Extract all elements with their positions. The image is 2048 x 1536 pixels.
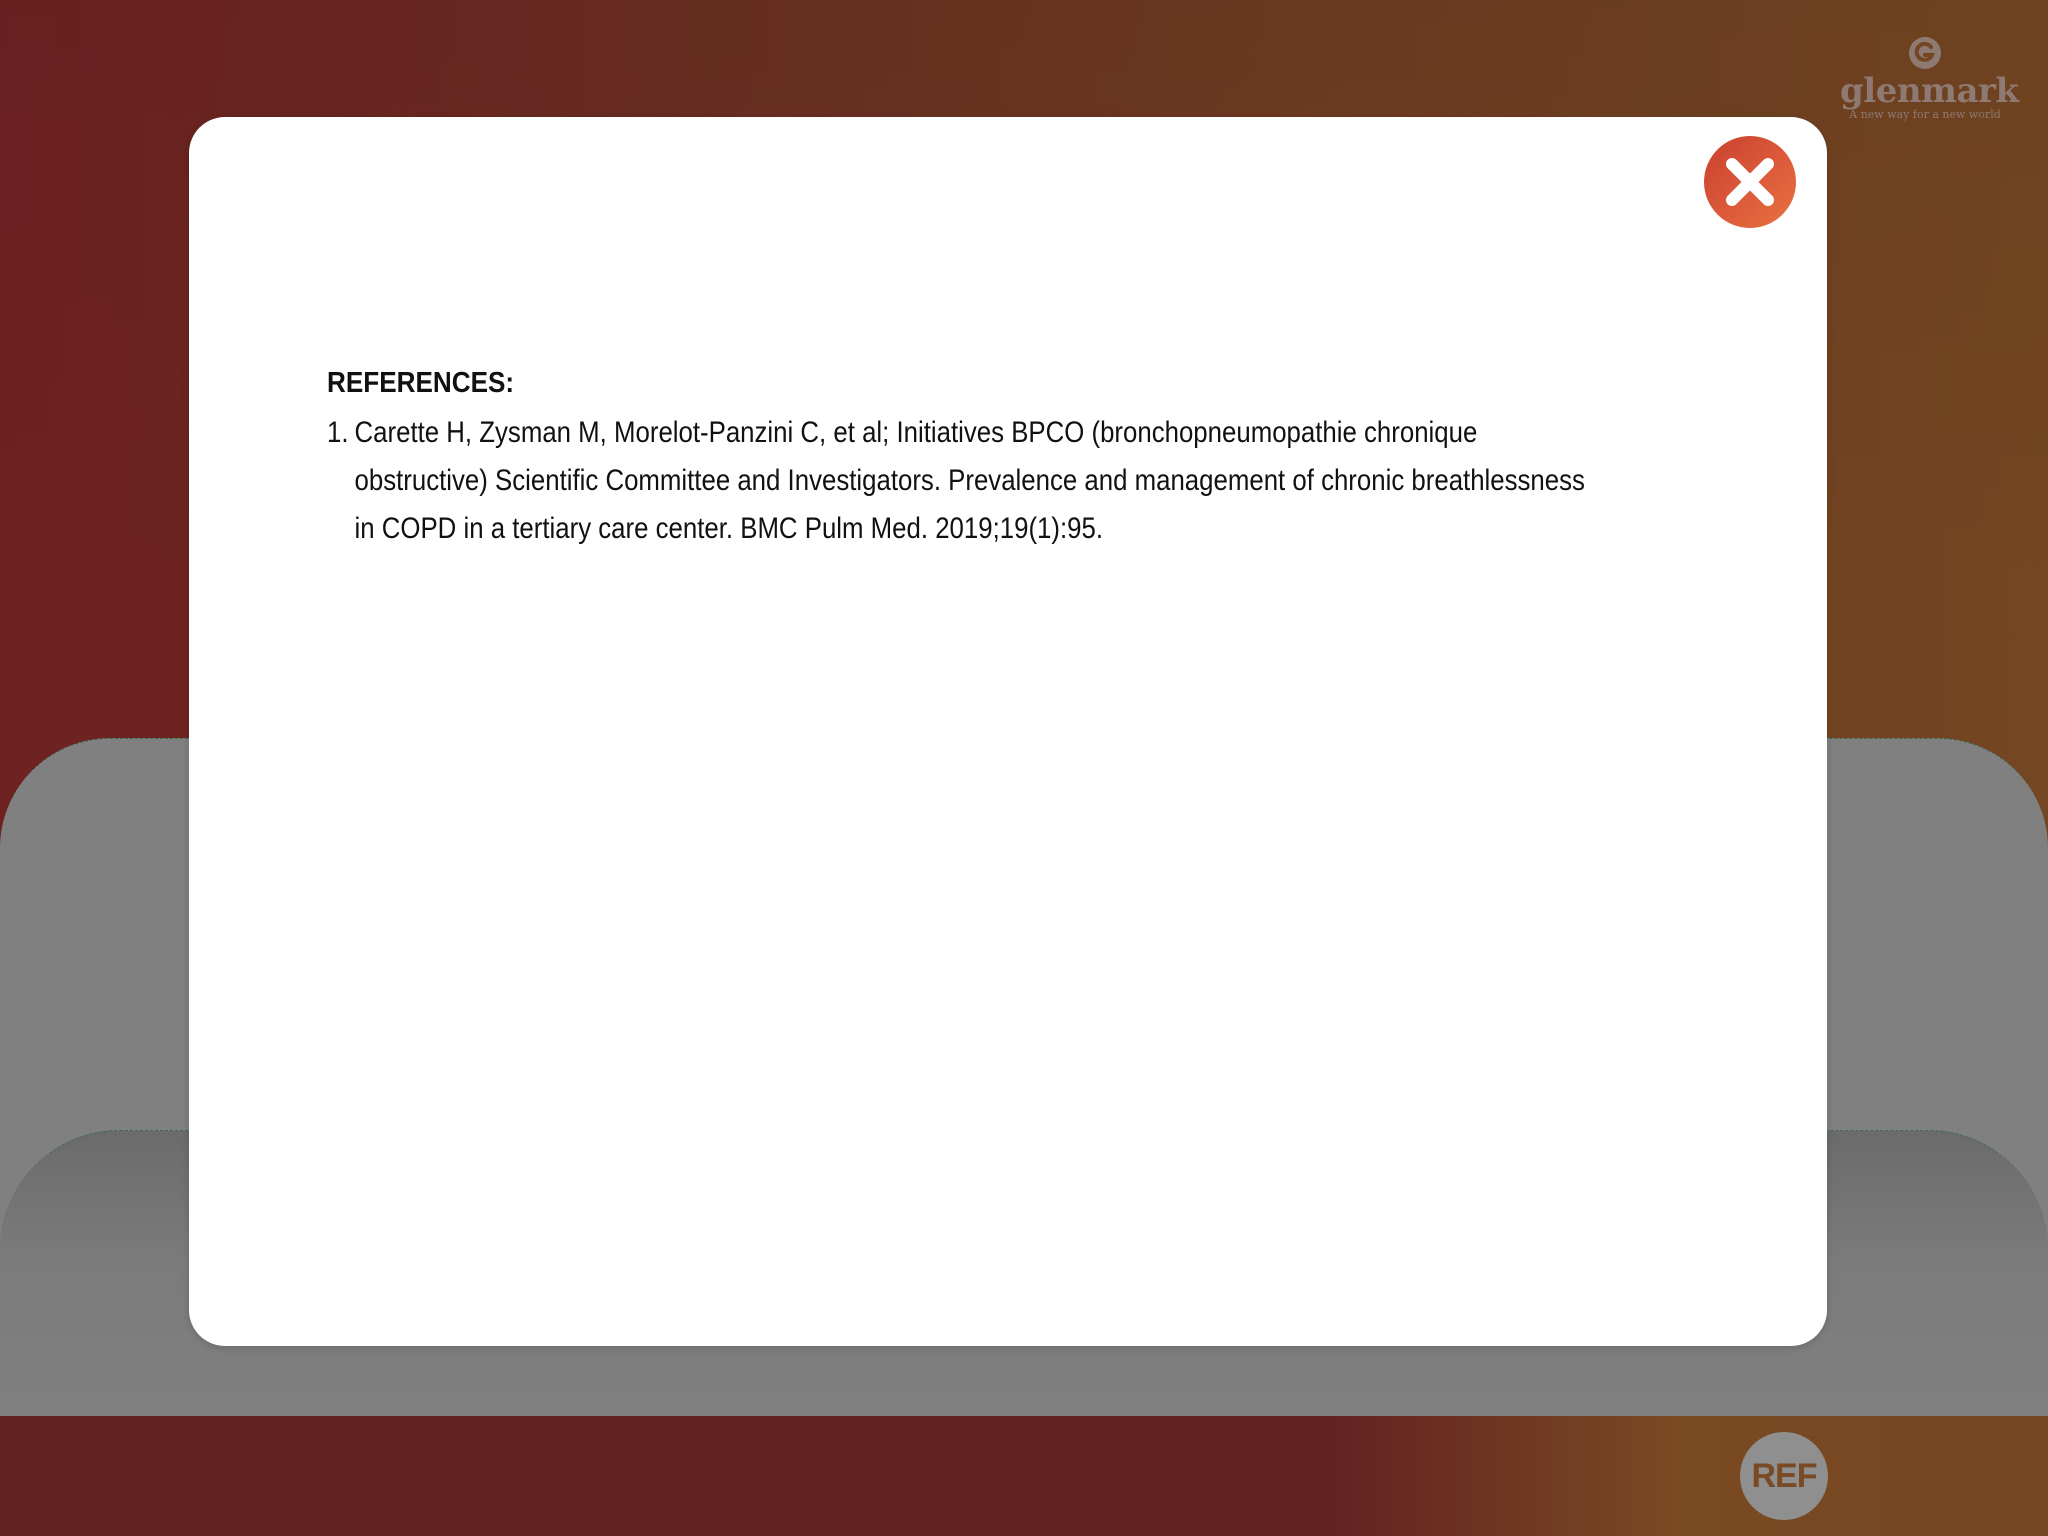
references-content: REFERENCES: 1. Carette H, Zysman M, More… bbox=[327, 365, 1647, 553]
close-x-icon bbox=[1726, 158, 1774, 206]
close-button[interactable] bbox=[1704, 136, 1796, 228]
slide-background: glenmark A new way for a new world REF R… bbox=[0, 0, 2048, 1536]
references-modal: REFERENCES: 1. Carette H, Zysman M, More… bbox=[189, 117, 1827, 1346]
reference-line: in COPD in a tertiary care center. BMC P… bbox=[354, 512, 1104, 545]
reference-text: Carette H, Zysman M, Morelot-Panzini C, … bbox=[327, 409, 1617, 553]
reference-item: 1. Carette H, Zysman M, Morelot-Panzini … bbox=[327, 409, 1617, 553]
references-heading: REFERENCES: bbox=[327, 367, 515, 399]
reference-line: obstructive) Scientific Committee and In… bbox=[354, 464, 1585, 497]
references-list: 1. Carette H, Zysman M, Morelot-Panzini … bbox=[327, 409, 1647, 553]
reference-line: Carette H, Zysman M, Morelot-Panzini C, … bbox=[354, 416, 1478, 449]
reference-number: 1. bbox=[327, 416, 349, 449]
